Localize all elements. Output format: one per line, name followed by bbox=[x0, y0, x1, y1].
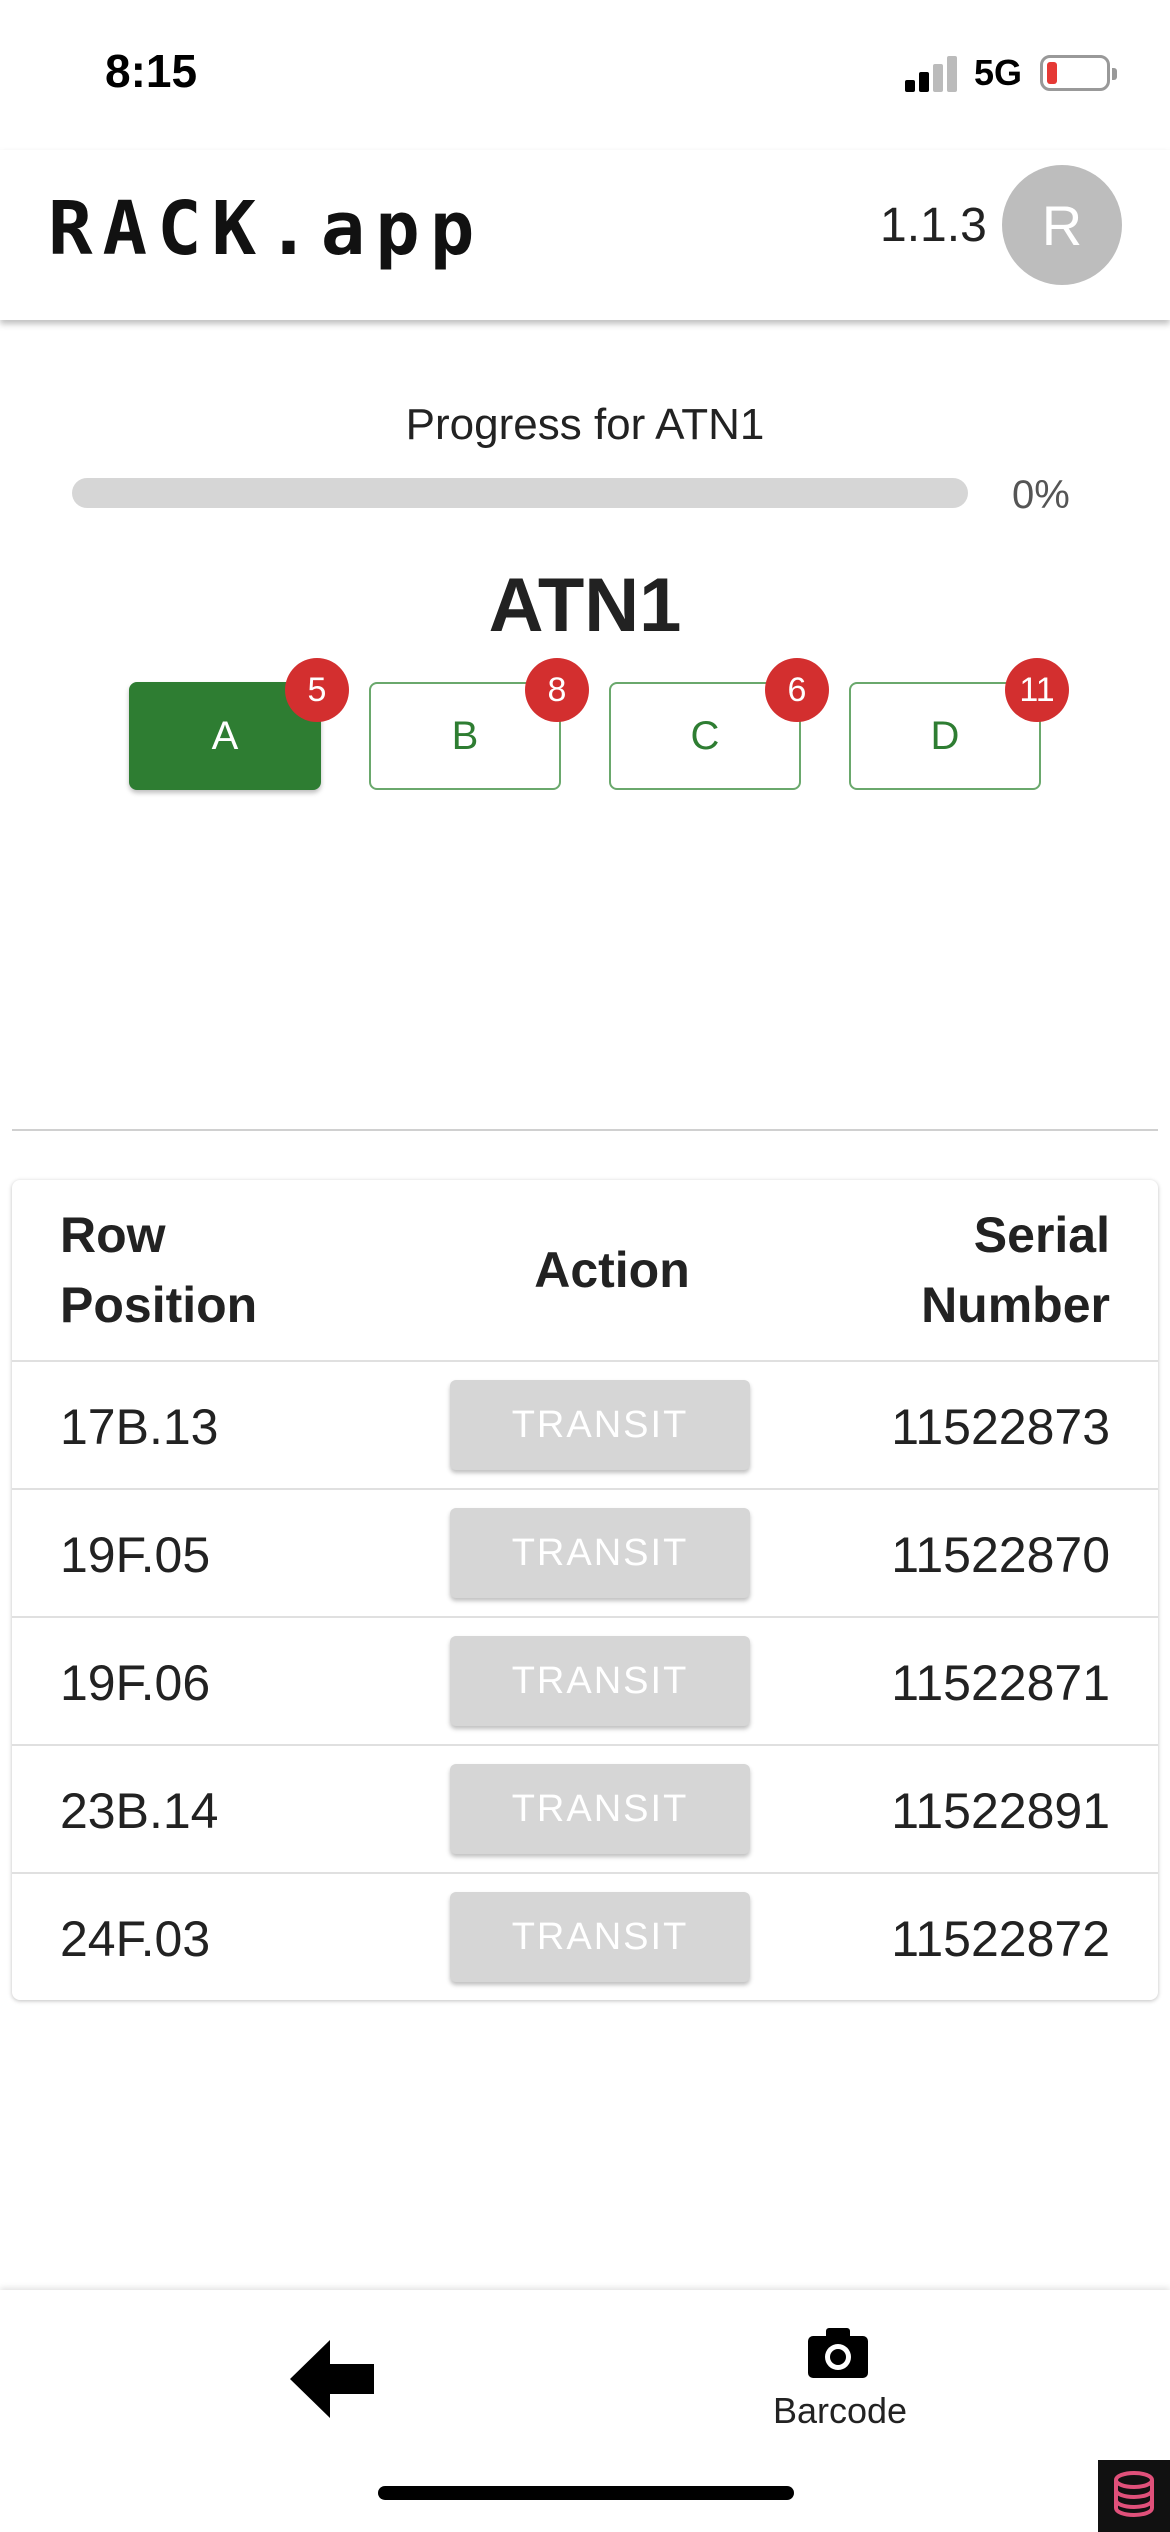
column-header-row-position: Row Position bbox=[60, 1200, 360, 1340]
transit-button[interactable]: TRANSIT bbox=[450, 1764, 750, 1854]
arrow-left-icon bbox=[290, 2340, 374, 2418]
battery-icon bbox=[1040, 55, 1117, 91]
app-bar: RACK.app 1.1.3 R bbox=[0, 150, 1170, 320]
transit-button[interactable]: TRANSIT bbox=[450, 1380, 750, 1470]
transit-button[interactable]: TRANSIT bbox=[450, 1508, 750, 1598]
serial-number: 11522871 bbox=[891, 1655, 1110, 1711]
progress-bar bbox=[72, 478, 968, 508]
section-button-b[interactable]: B 8 bbox=[369, 658, 589, 790]
section-tabs: A 5 B 8 C 6 D 11 bbox=[0, 658, 1170, 800]
database-icon-glyph bbox=[1114, 2471, 1154, 2518]
count-badge: 6 bbox=[765, 658, 829, 722]
database-icon[interactable] bbox=[1098, 2460, 1170, 2532]
row-position: 17B.13 bbox=[60, 1399, 219, 1455]
section-label: D bbox=[930, 713, 960, 758]
section-button-d[interactable]: D 11 bbox=[849, 658, 1069, 790]
count-badge: 8 bbox=[525, 658, 589, 722]
avatar[interactable]: R bbox=[1002, 165, 1122, 285]
column-header-action: Action bbox=[534, 1242, 690, 1298]
progress-label: Progress for ATN1 bbox=[405, 400, 765, 449]
section-button-c[interactable]: C 6 bbox=[609, 658, 829, 790]
divider bbox=[12, 1129, 1158, 1131]
row-position: 19F.06 bbox=[60, 1655, 211, 1711]
network-type: 5G bbox=[974, 52, 1023, 93]
header-line: Number bbox=[921, 1277, 1110, 1333]
rack-table: Row Position Action Serial Number 17B.13… bbox=[12, 1180, 1158, 2000]
section-label: B bbox=[451, 713, 479, 758]
transit-button[interactable]: TRANSIT bbox=[450, 1636, 750, 1726]
home-indicator[interactable] bbox=[378, 2486, 794, 2500]
barcode-label: Barcode bbox=[772, 2390, 908, 2431]
back-button[interactable] bbox=[288, 2334, 378, 2424]
table-row: 17B.13 TRANSIT 11522873 bbox=[12, 1362, 1158, 1490]
signal-icon bbox=[905, 54, 957, 92]
serial-number: 11522872 bbox=[891, 1911, 1110, 1967]
progress-percent: 0% bbox=[1012, 473, 1070, 517]
header-line: Serial bbox=[973, 1207, 1110, 1263]
header-line: Row bbox=[60, 1207, 166, 1263]
section-label: A bbox=[211, 713, 239, 758]
status-bar: 8:15 5G bbox=[0, 0, 1170, 150]
row-position: 23B.14 bbox=[60, 1783, 219, 1839]
app-title: RACK.app bbox=[48, 186, 485, 272]
status-time: 8:15 bbox=[105, 45, 198, 97]
section-button-a[interactable]: A 5 bbox=[129, 658, 349, 790]
row-position: 19F.05 bbox=[60, 1527, 211, 1583]
serial-number: 11522873 bbox=[891, 1399, 1110, 1455]
barcode-button[interactable]: Barcode bbox=[740, 2320, 940, 2460]
column-header-serial-number: Serial Number bbox=[810, 1200, 1110, 1340]
table-row: 23B.14 TRANSIT 11522891 bbox=[12, 1746, 1158, 1874]
battery-level bbox=[1047, 62, 1057, 84]
serial-number: 11522870 bbox=[891, 1527, 1110, 1583]
app-version: 1.1.3 bbox=[880, 199, 987, 252]
camera-icon bbox=[808, 2328, 868, 2378]
count-badge: 11 bbox=[1005, 658, 1069, 722]
table-header: Row Position Action Serial Number bbox=[12, 1180, 1158, 1362]
rack-title: ATN1 bbox=[488, 563, 682, 648]
table-row: 19F.05 TRANSIT 11522870 bbox=[12, 1490, 1158, 1618]
section-label: C bbox=[690, 713, 720, 758]
serial-number: 11522891 bbox=[891, 1783, 1110, 1839]
table-row: 24F.03 TRANSIT 11522872 bbox=[12, 1874, 1158, 2000]
header-line: Position bbox=[60, 1277, 258, 1333]
row-position: 24F.03 bbox=[60, 1911, 211, 1967]
transit-button[interactable]: TRANSIT bbox=[450, 1892, 750, 1982]
count-badge: 5 bbox=[285, 658, 349, 722]
table-row: 19F.06 TRANSIT 11522871 bbox=[12, 1618, 1158, 1746]
